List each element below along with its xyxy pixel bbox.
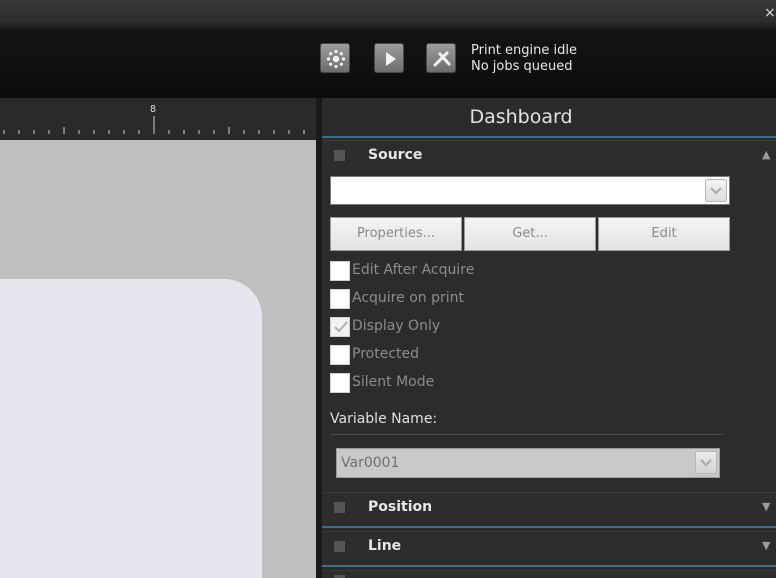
print-engine-settings-button[interactable] [320, 43, 350, 73]
cancel-button[interactable] [426, 43, 456, 73]
silent-mode-label: Silent Mode [352, 374, 435, 390]
variable-name-combo[interactable]: Var0001 [336, 448, 720, 478]
display-only-checkbox[interactable] [330, 317, 350, 337]
print-engine-status: Print engine idle No jobs queued [471, 43, 577, 75]
silent-mode-checkbox[interactable] [330, 373, 350, 393]
variable-name-dropdown-button[interactable] [695, 451, 717, 474]
section-title-line: Line [368, 538, 402, 554]
section-title-position: Position [368, 499, 433, 515]
checkmark-icon [334, 321, 348, 333]
edit-after-acquire-checkbox[interactable] [330, 261, 350, 281]
protected-label: Protected [352, 346, 419, 362]
section-square-icon [334, 541, 345, 552]
variable-name-label: Variable Name: [330, 411, 438, 427]
acquire-on-print-label: Acquire on print [352, 290, 464, 306]
close-icon[interactable]: × [764, 6, 776, 20]
line-section-rule [322, 565, 776, 567]
play-icon [386, 52, 396, 66]
dashboard-title: Dashboard [469, 106, 573, 128]
source-dropdown-button[interactable] [705, 179, 727, 202]
chevron-down-icon [700, 459, 712, 467]
chevron-down-icon [710, 187, 722, 195]
ruler-marker-label: 8 [150, 104, 157, 115]
section-header-line[interactable]: Line ▼ [322, 531, 776, 561]
edit-button[interactable]: Edit [598, 217, 730, 251]
get-button[interactable]: Get... [464, 217, 596, 251]
section-header-source[interactable]: Source ▲ [322, 140, 776, 170]
start-button[interactable] [374, 43, 404, 73]
section-header-position[interactable]: Position ▼ [322, 492, 776, 522]
horizontal-ruler [0, 98, 316, 140]
label-page[interactable] [0, 279, 262, 578]
cancel-x-icon [433, 51, 451, 67]
variable-name-divider [330, 434, 724, 435]
position-section-rule [322, 526, 776, 528]
variable-name-value: Var0001 [341, 455, 400, 471]
section-title-source: Source [368, 147, 423, 163]
properties-button[interactable]: Properties... [330, 217, 462, 251]
expand-arrow-icon[interactable]: ▼ [762, 500, 770, 513]
section-square-icon [334, 502, 345, 513]
edit-after-acquire-label: Edit After Acquire [352, 262, 475, 278]
gear-dots-icon [326, 49, 346, 69]
ruler-ticks [3, 116, 305, 134]
protected-checkbox[interactable] [330, 345, 350, 365]
status-line-2: No jobs queued [471, 59, 573, 74]
display-only-label: Display Only [352, 318, 441, 334]
collapse-arrow-icon[interactable]: ▲ [762, 148, 770, 161]
acquire-on-print-checkbox[interactable] [330, 289, 350, 309]
source-combo[interactable] [330, 176, 730, 205]
section-square-icon [334, 150, 345, 161]
status-line-1: Print engine idle [471, 43, 577, 58]
section-header-next[interactable] [322, 570, 776, 578]
dashboard-title-rule [322, 136, 776, 138]
expand-arrow-icon[interactable]: ▼ [762, 539, 770, 552]
